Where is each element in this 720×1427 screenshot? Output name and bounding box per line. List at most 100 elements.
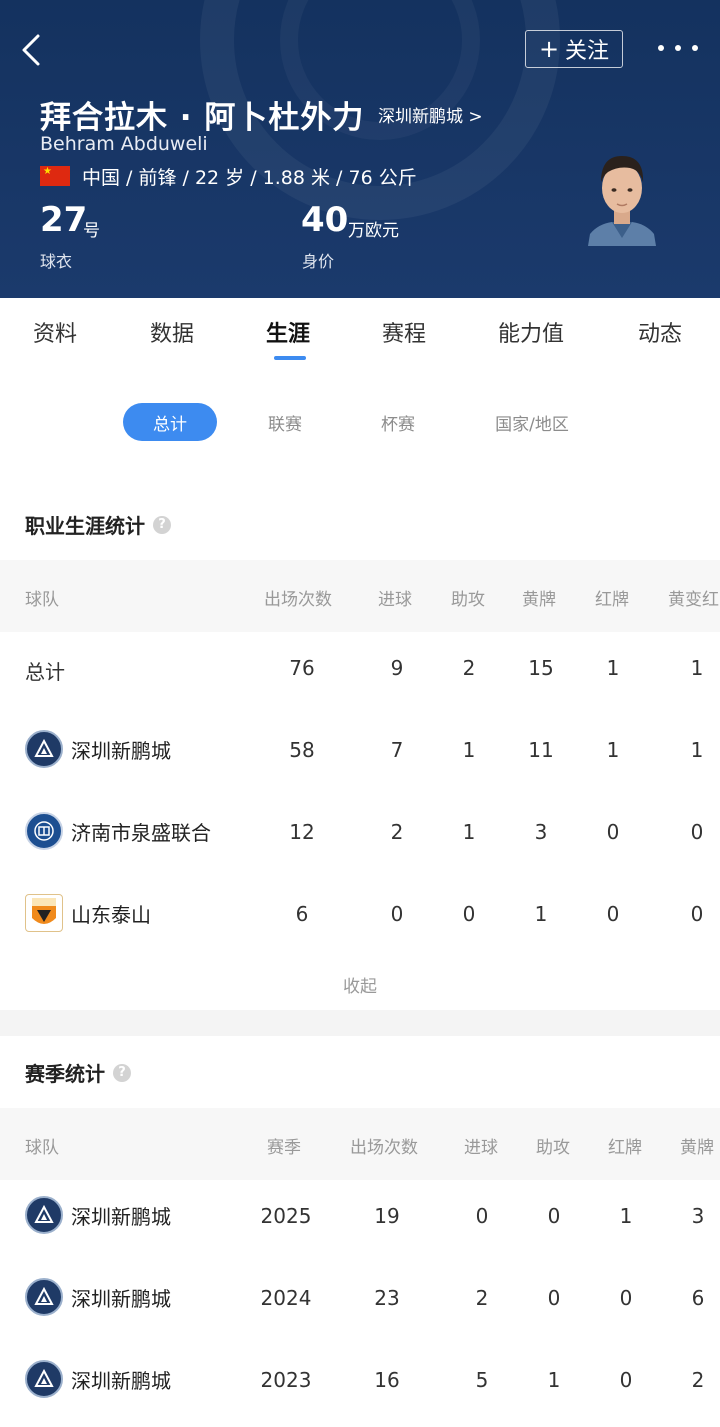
shirt-label: 球衣 [40, 252, 73, 271]
red-value: 0 [619, 1286, 633, 1310]
goals-value: 7 [390, 738, 404, 762]
second-yellow-value: 1 [690, 738, 704, 762]
tab-stats[interactable]: 数据 [150, 316, 194, 348]
table-row[interactable]: 深圳新鹏城 2024 23 2 0 0 6 [0, 1258, 720, 1340]
goals-value: 0 [390, 902, 404, 926]
column-header: 红牌 [595, 590, 629, 610]
market-value-unit: 万欧元 [348, 221, 399, 241]
player-avatar [586, 146, 658, 246]
shenzhen-club-logo-icon [25, 730, 63, 768]
more-dot-icon [692, 45, 698, 51]
table-row[interactable]: 深圳新鹏城 2023 16 5 1 0 2 [0, 1340, 720, 1422]
filter-league[interactable]: 联赛 [255, 403, 315, 441]
career-table-header: 球队 出场次数 进球 助攻 黄牌 红牌 黄变红 [0, 560, 720, 632]
team-cell[interactable]: 深圳新鹏城 [25, 1196, 171, 1234]
yellow-value: 1 [534, 902, 548, 926]
red-value: 1 [619, 1204, 633, 1228]
second-yellow-value: 1 [690, 656, 704, 680]
follow-label: 关注 [565, 39, 610, 64]
assists-value: 1 [547, 1368, 561, 1392]
table-row[interactable]: 深圳新鹏城 2025 19 0 0 1 3 [0, 1176, 720, 1258]
season-value: 2024 [260, 1286, 312, 1310]
filter-total[interactable]: 总计 [123, 403, 217, 441]
tab-ability[interactable]: 能力值 [498, 316, 564, 348]
player-name: 拜合拉木 · 阿卜杜外力 [40, 100, 365, 136]
table-row[interactable]: 深圳新鹏城 58 7 1 11 1 1 [0, 710, 720, 792]
red-value: 0 [606, 820, 620, 844]
tab-profile[interactable]: 资料 [33, 316, 77, 348]
table-row[interactable]: 济南市泉盛联合 12 2 1 3 0 0 [0, 792, 720, 874]
team-name: 深圳新鹏城 [71, 1286, 171, 1311]
chevron-left-icon [22, 34, 40, 66]
goals-value: 5 [475, 1368, 489, 1392]
team-name: 山东泰山 [71, 902, 151, 927]
assists-value: 0 [462, 902, 476, 926]
shenzhen-club-logo-icon [25, 1278, 63, 1316]
assists-value: 0 [547, 1286, 561, 1310]
yellow-value: 2 [691, 1368, 705, 1392]
column-header: 黄变红 [668, 590, 719, 610]
player-profile-line: 中国 / 前锋 / 22 岁 / 1.88 米 / 76 公斤 [82, 167, 417, 189]
tab-career[interactable]: 生涯 [266, 316, 310, 348]
career-section-title: 职业生涯统计 ? [25, 510, 171, 539]
second-yellow-value: 0 [690, 902, 704, 926]
follow-button[interactable]: + 关注 [525, 30, 623, 68]
column-header: 助攻 [451, 590, 485, 610]
yellow-value: 3 [534, 820, 548, 844]
team-cell[interactable]: 深圳新鹏城 [25, 1278, 171, 1316]
apps-value: 6 [295, 902, 309, 926]
team-cell[interactable]: 济南市泉盛联合 [25, 812, 211, 850]
flag-star-icon: ★ [43, 166, 52, 177]
filter-cup[interactable]: 杯赛 [368, 403, 428, 441]
column-header: 出场次数 [264, 590, 332, 610]
apps-value: 23 [374, 1286, 400, 1310]
column-header: 黄牌 [522, 590, 556, 610]
tab-news[interactable]: 动态 [638, 316, 682, 348]
back-button[interactable] [14, 30, 50, 70]
column-header: 球队 [25, 590, 59, 610]
collapse-button[interactable]: 收起 [0, 972, 720, 997]
goals-value: 9 [390, 656, 404, 680]
shirt-unit: 号 [83, 221, 100, 241]
plus-icon: + [538, 35, 560, 63]
apps-value: 16 [374, 1368, 400, 1392]
team-name: 总计 [25, 660, 65, 684]
team-cell[interactable]: 深圳新鹏城 [25, 730, 171, 768]
goals-value: 2 [390, 820, 404, 844]
apps-value: 19 [374, 1204, 400, 1228]
goals-value: 2 [475, 1286, 489, 1310]
season-title-text: 赛季统计 [25, 1062, 105, 1086]
market-value-label: 身价 [302, 252, 335, 271]
column-header: 助攻 [536, 1138, 570, 1158]
club-link[interactable]: 深圳新鹏城 > [378, 102, 483, 127]
column-header: 黄牌 [680, 1138, 714, 1158]
more-button[interactable] [658, 36, 698, 60]
team-name: 深圳新鹏城 [71, 1204, 171, 1229]
help-icon[interactable]: ? [153, 515, 171, 534]
season-value: 2025 [260, 1204, 312, 1228]
apps-value: 58 [289, 738, 315, 762]
red-value: 1 [606, 738, 620, 762]
table-row[interactable]: 总计 76 9 2 15 1 1 [0, 628, 720, 710]
season-table-header: 球队 赛季 出场次数 进球 助攻 红牌 黄牌 [0, 1108, 720, 1180]
player-name-english: Behram Abduweli [40, 133, 208, 155]
team-cell[interactable]: 山东泰山 [25, 894, 151, 932]
table-row[interactable]: 山东泰山 6 0 0 1 0 0 [0, 874, 720, 956]
tab-schedule[interactable]: 赛程 [382, 316, 426, 348]
column-header: 进球 [378, 590, 412, 610]
filter-national[interactable]: 国家/地区 [484, 403, 580, 441]
red-value: 1 [606, 656, 620, 680]
team-cell[interactable]: 深圳新鹏城 [25, 1360, 171, 1398]
shenzhen-club-logo-icon [25, 1196, 63, 1234]
team-name: 深圳新鹏城 [71, 1368, 171, 1393]
team-name: 深圳新鹏城 [71, 738, 171, 763]
yellow-value: 6 [691, 1286, 705, 1310]
shirt-number: 27 [40, 200, 88, 240]
apps-value: 12 [289, 820, 315, 844]
assists-value: 1 [462, 738, 476, 762]
help-icon[interactable]: ? [113, 1063, 131, 1082]
career-title-text: 职业生涯统计 [25, 514, 145, 538]
more-dot-icon [675, 45, 681, 51]
active-tab-indicator [274, 356, 306, 360]
assists-value: 2 [462, 656, 476, 680]
